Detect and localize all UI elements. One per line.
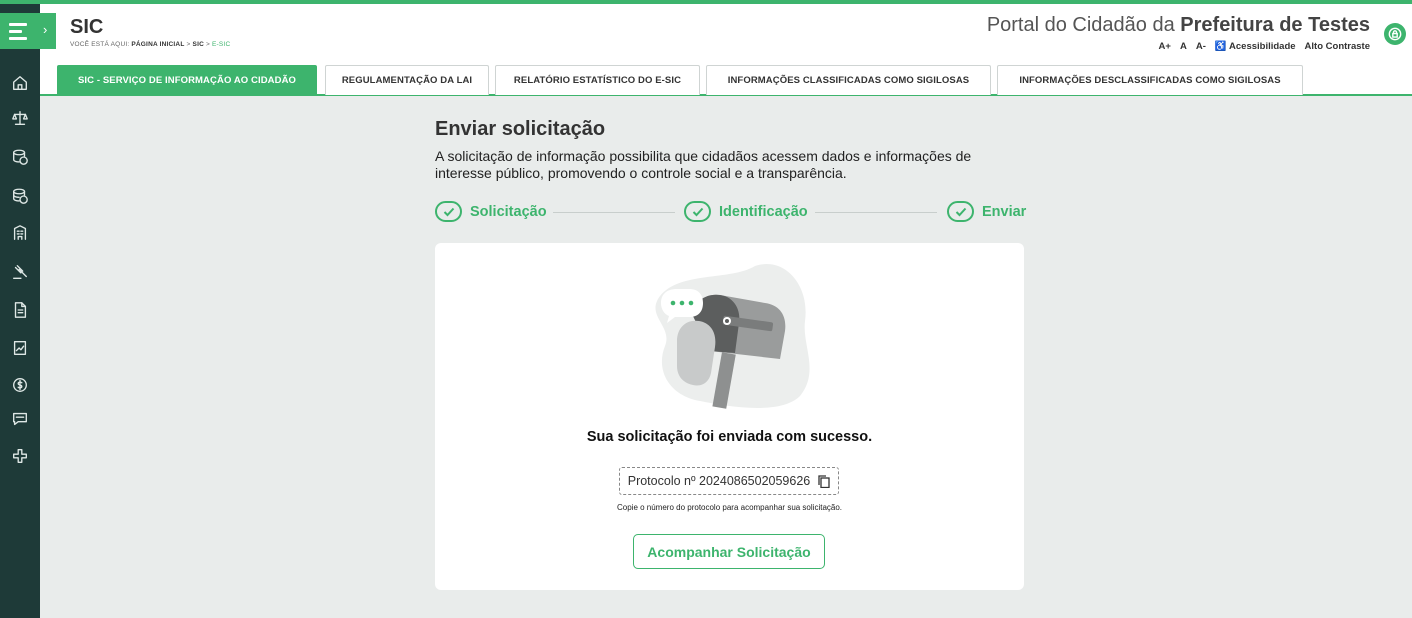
portal-title: Portal do Cidadão da Prefeitura de Teste… [987, 14, 1370, 37]
high-contrast-button[interactable]: Alto Contraste [1305, 41, 1370, 52]
step-label: Solicitação [470, 203, 547, 220]
check-circle-icon [947, 201, 974, 222]
step-solicitacao: Solicitação [435, 201, 547, 222]
gavel-icon[interactable] [9, 261, 31, 283]
protocol-number: Protocolo nº 2024086502059626 [627, 474, 811, 488]
lock-icon [1388, 27, 1402, 41]
tab-informacoes-desclassificadas[interactable]: INFORMAÇÕES DESCLASSIFICADAS COMO SIGILO… [997, 65, 1303, 95]
hamburger-icon [9, 22, 27, 40]
menu-toggle-button[interactable]: › [0, 13, 56, 49]
document-icon[interactable] [9, 299, 31, 321]
check-circle-icon [684, 201, 711, 222]
page-intro: A solicitação de informação possibilita … [435, 148, 972, 181]
breadcrumb: VOCÊ ESTÁ AQUI: PÁGINA INICIAL > SIC > E… [70, 41, 230, 48]
copy-hint: Copie o número do protocolo para acompan… [616, 503, 843, 512]
main-content: Enviar solicitação A solicitação de info… [435, 118, 1025, 181]
page-title: Enviar solicitação [435, 118, 606, 140]
tab-bar: SIC - SERVIÇO DE INFORMAÇÃO AO CIDADÃO R… [40, 64, 1412, 96]
breadcrumb-item-sic[interactable]: SIC [193, 41, 204, 48]
sidebar [0, 4, 40, 618]
health-cross-icon[interactable] [9, 445, 31, 467]
building-icon[interactable] [9, 222, 31, 244]
accessibility-bar: A+ A A- ♿ Acessibilidade Alto Contraste [1159, 41, 1370, 52]
home-icon[interactable] [9, 72, 31, 94]
font-increase-button[interactable]: A+ [1159, 41, 1171, 52]
font-decrease-button[interactable]: A- [1196, 41, 1206, 52]
tab-regulamentacao-lai[interactable]: REGULAMENTAÇÃO DA LAI [325, 65, 489, 95]
chevron-right-icon: › [43, 22, 48, 37]
scales-icon[interactable] [9, 107, 31, 129]
coins-icon[interactable] [9, 146, 31, 168]
accessibility-label: Acessibilidade [1229, 41, 1296, 52]
copy-icon[interactable] [818, 474, 830, 488]
mailbox-illustration [655, 264, 810, 409]
track-request-button[interactable]: Acompanhar Solicitação [633, 534, 825, 569]
wheelchair-icon: ♿ [1214, 41, 1227, 52]
breadcrumb-item-current: E-SIC [212, 41, 231, 48]
protocol-box: Protocolo nº 2024086502059626 [619, 467, 839, 495]
coins-stack-icon[interactable] [9, 185, 31, 207]
step-connector [553, 212, 675, 213]
tab-informacoes-classificadas[interactable]: INFORMAÇÕES CLASSIFICADAS COMO SIGILOSAS [706, 65, 991, 95]
tab-relatorio-estatistico[interactable]: RELATÓRIO ESTATÍSTICO DO E-SIC [495, 65, 700, 95]
portal-prefix: Portal do Cidadão da [986, 14, 1181, 36]
app-title: SIC [70, 16, 104, 38]
check-circle-icon [435, 201, 462, 222]
breadcrumb-prefix: VOCÊ ESTÁ AQUI: [70, 41, 130, 48]
step-label: Enviar [982, 203, 1027, 220]
stepper: Solicitação Identificação Enviar [435, 201, 1026, 223]
step-label: Identificação [719, 203, 808, 220]
step-enviar: Enviar [947, 201, 1026, 222]
login-button[interactable] [1384, 23, 1406, 45]
money-icon[interactable] [9, 374, 31, 396]
font-normal-button[interactable]: A [1180, 41, 1187, 52]
header: SIC VOCÊ ESTÁ AQUI: PÁGINA INICIAL > SIC… [40, 4, 1412, 64]
chat-icon[interactable] [9, 408, 31, 430]
success-message: Sua solicitação foi enviada com sucesso. [586, 429, 873, 445]
tab-sic[interactable]: SIC - SERVIÇO DE INFORMAÇÃO AO CIDADÃO [57, 65, 317, 95]
step-connector [815, 212, 937, 213]
portal-name: Prefeitura de Testes [1180, 14, 1370, 36]
step-identificacao: Identificação [684, 201, 808, 222]
accessibility-link[interactable]: ♿ Acessibilidade [1215, 41, 1296, 52]
breadcrumb-item-home[interactable]: PÁGINA INICIAL [131, 41, 184, 48]
success-card: Sua solicitação foi enviada com sucesso.… [435, 243, 1024, 590]
report-icon[interactable] [9, 337, 31, 359]
